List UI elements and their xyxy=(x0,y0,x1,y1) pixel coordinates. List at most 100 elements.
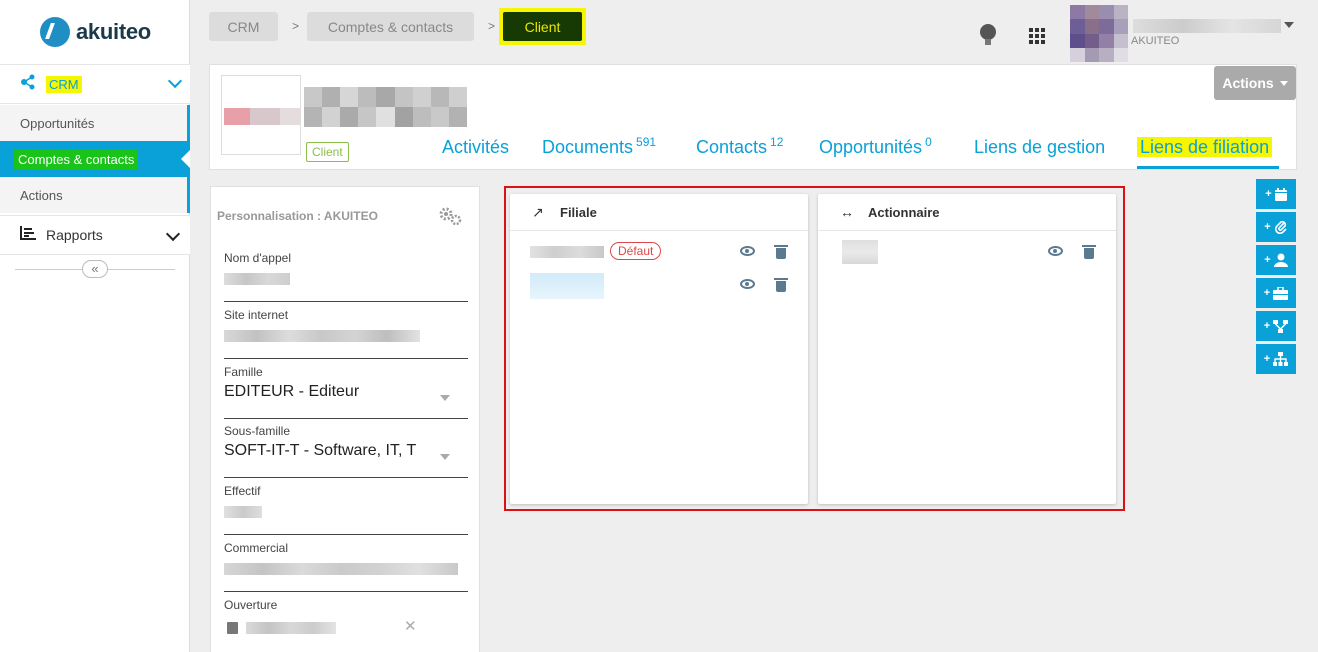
tab-liens-de-filiation[interactable]: Liens de filiation xyxy=(1137,137,1273,158)
breadcrumb-client[interactable]: Client xyxy=(499,8,586,45)
avatar[interactable] xyxy=(1070,5,1128,62)
user-org: AKUITEO xyxy=(1131,35,1180,47)
eye-icon[interactable] xyxy=(1048,246,1063,256)
breadcrumb-crm[interactable]: CRM xyxy=(209,12,278,41)
redacted-value xyxy=(246,622,336,634)
nav-rapports[interactable]: Rapports xyxy=(0,215,190,255)
sidebar-item-label: Comptes & contacts xyxy=(14,149,139,169)
chevron-down-icon xyxy=(165,226,181,242)
caret-down-icon[interactable] xyxy=(1284,22,1294,28)
tab-count: 12 xyxy=(770,135,784,149)
filiale-card-header: ↗ Filiale xyxy=(510,194,808,231)
redacted-value xyxy=(224,506,262,518)
calendar-icon xyxy=(227,622,238,634)
trash-icon[interactable] xyxy=(774,278,788,292)
eye-icon[interactable] xyxy=(740,246,755,256)
logo-wordmark: akuiteo xyxy=(76,19,151,44)
field-site-internet[interactable]: Site internet xyxy=(224,308,468,359)
active-tab-indicator xyxy=(1137,166,1279,169)
actionnaire-card-header: ↔ Actionnaire xyxy=(818,194,1116,231)
clear-x-icon[interactable]: ✕ xyxy=(404,617,417,635)
quick-add-link-button[interactable]: + xyxy=(1256,311,1296,341)
caret-down-icon xyxy=(440,395,450,401)
quick-add-filiation-button[interactable]: + xyxy=(1256,344,1296,374)
lightbulb-icon[interactable] xyxy=(980,24,996,45)
akuiteo-logo[interactable]: akuiteo xyxy=(0,0,189,64)
breadcrumb-client-label: Client xyxy=(503,12,582,41)
list-item xyxy=(838,240,1096,264)
tab-liens-de-gestion[interactable]: Liens de gestion xyxy=(974,137,1105,158)
share-nodes-icon xyxy=(20,74,42,95)
quick-add-event-button[interactable]: + xyxy=(1256,179,1296,209)
sitemap-icon xyxy=(1273,352,1289,366)
tab-count: 0 xyxy=(925,135,932,149)
tab-documents[interactable]: Documents 591 xyxy=(542,135,657,158)
redacted-value[interactable] xyxy=(530,273,604,299)
sidebar-item-opportunites[interactable]: Opportunités xyxy=(0,105,190,141)
redacted-value[interactable] xyxy=(530,246,604,258)
collapse-sidebar-button[interactable]: « xyxy=(82,260,108,278)
panel-title: Personnalisation : AKUITEO xyxy=(217,209,378,223)
account-header: Client Actions Activités Documents 591 Co… xyxy=(209,64,1297,170)
tab-activites[interactable]: Activités xyxy=(442,137,509,158)
filiale-card-title: Filiale xyxy=(560,204,597,220)
apps-grid-icon[interactable] xyxy=(1029,28,1045,44)
breadcrumb-separator: > xyxy=(488,19,496,33)
tab-opportunites[interactable]: Opportunités 0 xyxy=(819,135,932,158)
field-effectif[interactable]: Effectif xyxy=(224,484,468,535)
sidebar-item-actions[interactable]: Actions xyxy=(0,177,190,213)
redacted-value xyxy=(224,563,458,575)
quick-add-contact-button[interactable]: + xyxy=(1256,245,1296,275)
logo-mark-icon xyxy=(40,17,70,47)
breadcrumb-comptes-contacts[interactable]: Comptes & contacts xyxy=(307,12,474,41)
actionnaire-card: ↔ Actionnaire xyxy=(818,194,1116,504)
field-famille[interactable]: Famille EDITEUR - Editeur xyxy=(224,365,468,419)
settings-gear-icon[interactable] xyxy=(439,207,463,229)
nav-crm-label: CRM xyxy=(46,75,82,93)
account-type-badge: Client xyxy=(306,142,349,162)
list-item xyxy=(530,273,788,299)
sidebar-item-label: Opportunités xyxy=(20,115,95,131)
calendar-icon xyxy=(1274,187,1287,201)
arrow-up-right-icon: ↗ xyxy=(532,203,544,220)
list-item: Défaut xyxy=(530,240,788,264)
quick-add-opportunity-button[interactable]: + xyxy=(1256,278,1296,308)
arrow-left-right-icon: ↔ xyxy=(840,204,854,220)
bar-chart-icon xyxy=(20,226,46,244)
company-name-redacted xyxy=(304,87,467,127)
share-icon xyxy=(1273,319,1289,333)
redacted-value xyxy=(224,273,290,285)
chevron-down-icon xyxy=(167,73,183,89)
sidebar-item-comptes-contacts[interactable]: Comptes & contacts xyxy=(0,141,190,177)
field-commercial[interactable]: Commercial xyxy=(224,541,468,592)
default-badge: Défaut xyxy=(610,242,662,260)
tab-count: 591 xyxy=(636,135,657,149)
filiation-panel: ↗ Filiale Défaut ↔ Actionnaire xyxy=(504,186,1125,511)
caret-down-icon xyxy=(440,454,450,460)
sidebar-item-label: Actions xyxy=(20,187,63,203)
filiale-card: ↗ Filiale Défaut xyxy=(510,194,808,504)
redacted-value[interactable] xyxy=(842,240,878,264)
tab-contacts[interactable]: Contacts 12 xyxy=(696,135,784,158)
eye-icon[interactable] xyxy=(740,279,755,289)
nav-rapports-label: Rapports xyxy=(46,227,103,243)
field-nom-appel[interactable]: Nom d'appel xyxy=(224,251,468,302)
trash-icon[interactable] xyxy=(774,245,788,259)
nav-crm[interactable]: CRM xyxy=(0,64,190,104)
field-ouverture[interactable]: Ouverture ✕ xyxy=(224,598,468,652)
field-sous-famille[interactable]: Sous-famille SOFT-IT-T - Software, IT, T xyxy=(224,424,468,478)
redacted-value xyxy=(224,330,420,342)
actionnaire-card-title: Actionnaire xyxy=(868,204,940,220)
sidebar: akuiteo CRM Opportunités Comptes & conta… xyxy=(0,0,190,652)
sidebar-collapse: « xyxy=(15,258,175,280)
briefcase-icon xyxy=(1273,286,1289,300)
quick-add-document-button[interactable]: + xyxy=(1256,212,1296,242)
user-name-redacted[interactable] xyxy=(1133,19,1281,33)
personalisation-panel: Personnalisation : AKUITEO Nom d'appel S… xyxy=(210,186,480,652)
trash-icon[interactable] xyxy=(1082,245,1096,259)
user-icon xyxy=(1273,253,1288,267)
breadcrumb-separator: > xyxy=(292,19,300,33)
paperclip-icon xyxy=(1274,220,1287,234)
actions-dropdown-button[interactable]: Actions xyxy=(1214,66,1296,100)
company-logo xyxy=(221,75,301,155)
